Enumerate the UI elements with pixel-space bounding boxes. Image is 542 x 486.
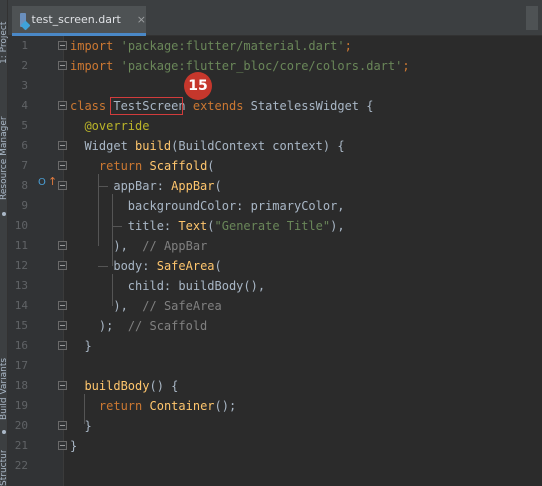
code-line-13: child: buildBody(), [127, 279, 266, 293]
code-editor[interactable]: import 'package:flutter/material.dart'; … [65, 36, 542, 486]
line-number: 16 [14, 339, 28, 352]
editor-gutter[interactable]: 1 2 3 4 5 6 7 8 9 10 11 12 13 14 15 16 1… [8, 36, 67, 486]
line-number: 7 [21, 159, 28, 172]
editor-tab-bar: test_screen.dart × [8, 0, 542, 36]
line-number: 13 [14, 279, 28, 292]
line-number: 3 [21, 79, 28, 92]
code-line-18: buildBody() { [84, 379, 179, 393]
code-line-1: import 'package:flutter/material.dart'; [70, 39, 352, 53]
line-number: 14 [14, 299, 28, 312]
code-line-12: body: SafeArea( [113, 259, 222, 273]
strip-dot-icon [2, 430, 6, 434]
code-line-11: ), // AppBar [113, 239, 208, 253]
code-line-19: return Container(); [98, 399, 237, 413]
code-line-8: appBar: AppBar( [113, 179, 222, 193]
line-number: 20 [14, 419, 28, 432]
line-number: 15 [14, 319, 28, 332]
line-number: 8 [21, 179, 28, 192]
line-number: 4 [21, 99, 28, 112]
code-line-10: title: Text("Generate Title"), [127, 219, 345, 233]
line-number: 19 [14, 399, 28, 412]
line-number: 12 [14, 259, 28, 272]
line-number: 21 [14, 439, 28, 452]
line-number: 9 [21, 199, 28, 212]
code-line-14: ), // SafeArea [113, 299, 222, 313]
code-line-16: } [84, 339, 92, 353]
close-icon[interactable]: × [137, 13, 146, 26]
code-line-7: return Scaffold( [98, 159, 215, 173]
code-line-21: } [70, 439, 78, 453]
tab-test-screen-dart[interactable]: test_screen.dart × [12, 6, 146, 36]
code-line-9: backgroundColor: primaryColor, [127, 199, 345, 213]
dart-file-icon [20, 12, 26, 27]
line-number: 17 [14, 359, 28, 372]
override-marker-icon[interactable]: O [38, 177, 46, 188]
line-number: 22 [14, 459, 28, 472]
line-number: 5 [21, 119, 28, 132]
line-number: 10 [14, 219, 28, 232]
tab-overflow [526, 6, 538, 30]
code-line-6: Widget build(BuildContext context) { [84, 139, 345, 153]
line-number: 11 [14, 239, 28, 252]
line-number: 18 [14, 379, 28, 392]
code-line-5: @override [84, 119, 150, 133]
strip-dot-icon [2, 212, 6, 216]
code-line-20: } [84, 419, 92, 433]
tool-window-strip: 1: Project Resource Manager Build Varian… [0, 0, 9, 486]
line-number: 1 [21, 39, 28, 52]
code-line-2: import 'package:flutter_bloc/core/colors… [70, 59, 410, 73]
testscreen-highlight-box [110, 97, 183, 115]
line-number: 2 [21, 59, 28, 72]
tab-label: test_screen.dart [31, 13, 121, 26]
code-line-15: ); // Scaffold [98, 319, 208, 333]
line-number: 6 [21, 139, 28, 152]
annotation-badge: 15 [184, 72, 212, 100]
go-to-super-arrow-icon[interactable]: ↑ [48, 175, 57, 188]
